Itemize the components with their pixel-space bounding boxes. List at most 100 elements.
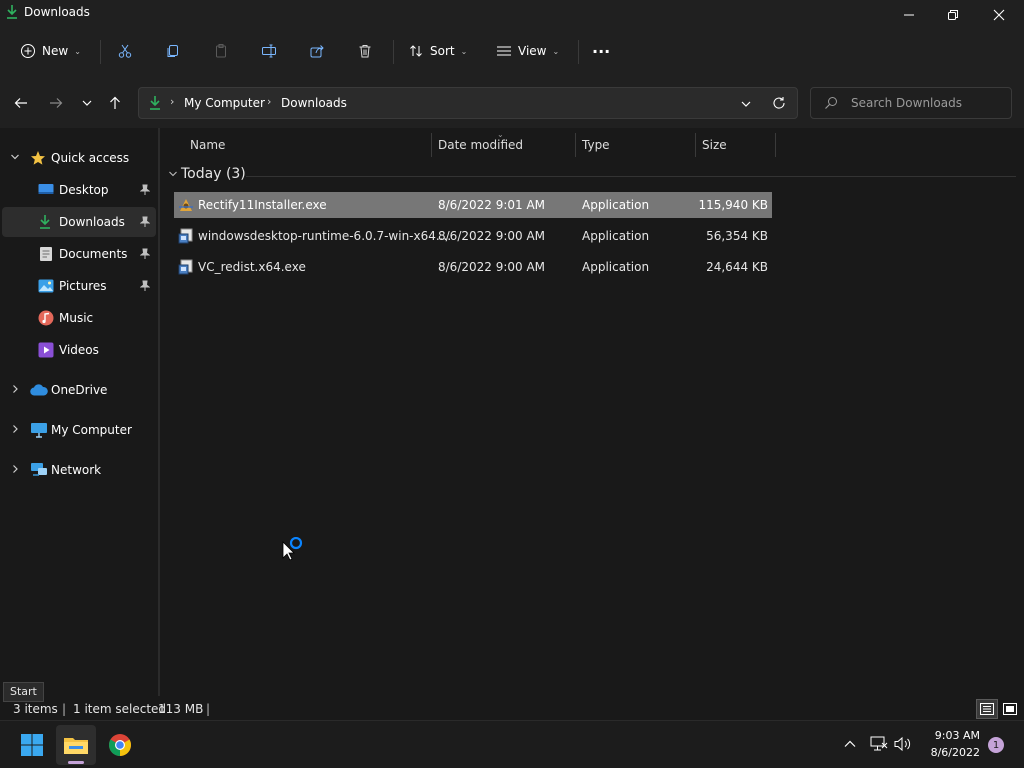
column-divider[interactable]	[431, 133, 432, 157]
column-divider[interactable]	[695, 133, 696, 157]
notification-badge[interactable]: 1	[988, 737, 1004, 753]
nav-quick-access[interactable]: Quick access	[2, 143, 156, 173]
file-row[interactable]: windowsdesktop-runtime-6.0.7-win-x64....…	[174, 223, 772, 249]
desktop-icon	[38, 183, 54, 197]
details-view-button[interactable]	[976, 699, 998, 719]
minimize-icon	[904, 14, 914, 16]
nav-videos[interactable]: Videos	[2, 335, 156, 365]
delete-button[interactable]	[357, 36, 373, 66]
installer-icon	[178, 197, 194, 213]
up-button[interactable]	[102, 90, 128, 116]
file-name: windowsdesktop-runtime-6.0.7-win-x64....	[198, 229, 452, 243]
forward-button[interactable]	[43, 90, 69, 116]
address-row: › My Computer › Downloads	[0, 74, 1024, 128]
chevron-right-icon	[10, 384, 20, 394]
share-button[interactable]	[309, 36, 325, 66]
nav-music[interactable]: Music	[2, 303, 156, 333]
address-bar[interactable]: › My Computer › Downloads	[138, 87, 798, 119]
clipboard-icon	[216, 44, 226, 58]
status-size: 113 MB	[158, 702, 204, 716]
chevron-up-icon	[844, 740, 856, 747]
volume-icon[interactable]	[894, 736, 912, 752]
new-button[interactable]: New ⌄	[20, 36, 81, 66]
taskbar-chrome[interactable]	[100, 725, 140, 765]
nav-label: My Computer	[51, 423, 132, 437]
exe-setup-icon	[178, 228, 194, 244]
nav-label: Documents	[59, 247, 128, 261]
start-button[interactable]	[12, 725, 52, 765]
back-button[interactable]	[8, 90, 34, 116]
group-divider	[246, 176, 1016, 177]
network-status-icon[interactable]	[870, 736, 888, 752]
file-row[interactable]: Rectify11Installer.exe 8/6/2022 9:01 AM …	[174, 192, 772, 218]
nav-pictures[interactable]: Pictures	[2, 271, 156, 301]
restore-button[interactable]	[930, 0, 976, 30]
file-date: 8/6/2022 9:00 AM	[438, 229, 546, 243]
status-separator: |	[206, 702, 211, 716]
arrow-up-icon	[110, 96, 120, 109]
chevron-down-icon	[82, 100, 92, 106]
search-box[interactable]	[810, 87, 1012, 119]
sort-label: Sort	[430, 44, 455, 58]
clock-date[interactable]: 8/6/2022	[922, 746, 980, 759]
start-tooltip: Start	[3, 682, 44, 702]
column-header-size[interactable]: Size	[702, 138, 727, 152]
plus-circle-icon	[21, 44, 35, 58]
sort-button[interactable]: Sort ⌄	[408, 36, 467, 66]
copy-button[interactable]	[165, 36, 181, 66]
rename-button[interactable]	[261, 36, 277, 66]
minimize-button[interactable]	[886, 0, 932, 30]
arrow-left-icon	[14, 98, 27, 108]
search-input[interactable]	[851, 96, 1001, 110]
details-view-icon	[980, 703, 994, 715]
address-dropdown-button[interactable]	[740, 98, 752, 110]
file-type: Application	[582, 260, 650, 274]
music-icon	[38, 310, 54, 326]
trash-icon	[359, 45, 371, 58]
column-divider[interactable]	[575, 133, 576, 157]
file-size: 56,354 KB	[706, 229, 768, 243]
tiles-view-button[interactable]	[1000, 699, 1020, 719]
pin-icon	[140, 248, 150, 260]
breadcrumb-downloads[interactable]: Downloads	[281, 96, 347, 110]
chevron-down-icon	[10, 152, 20, 162]
chevron-down-icon	[168, 169, 178, 179]
nav-downloads[interactable]: Downloads	[2, 207, 156, 237]
share-icon	[310, 45, 324, 58]
nav-onedrive[interactable]: OneDrive	[2, 375, 156, 405]
nav-my-computer[interactable]: My Computer	[2, 415, 156, 445]
clock-time[interactable]: 9:03 AM	[928, 729, 980, 742]
chevron-down-icon: ⌄	[552, 46, 560, 56]
column-header-type[interactable]: Type	[582, 138, 610, 152]
breadcrumb-my-computer[interactable]: My Computer	[184, 96, 265, 110]
toolbar-divider	[578, 40, 579, 64]
file-type: Application	[582, 198, 650, 212]
nav-documents[interactable]: Documents	[2, 239, 156, 269]
close-button[interactable]	[976, 0, 1022, 30]
title-bar: Downloads	[0, 0, 1024, 30]
document-icon	[39, 246, 53, 262]
file-row[interactable]: VC_redist.x64.exe 8/6/2022 9:00 AM Appli…	[174, 254, 772, 280]
taskbar: 9:03 AM 8/6/2022 1	[0, 720, 1024, 768]
nav-desktop[interactable]: Desktop	[2, 175, 156, 205]
busy-cursor-icon	[282, 537, 308, 563]
refresh-button[interactable]	[772, 96, 786, 110]
cut-button[interactable]	[117, 36, 133, 66]
column-header-date[interactable]: Date modified	[438, 138, 523, 152]
show-hidden-icons-button[interactable]	[843, 737, 857, 751]
view-button[interactable]: View ⌄	[496, 36, 559, 66]
recent-locations-button[interactable]	[74, 90, 100, 116]
pin-icon	[140, 280, 150, 292]
chevron-right-icon: ›	[267, 95, 272, 108]
column-header-name[interactable]: Name	[190, 138, 225, 152]
column-divider[interactable]	[775, 133, 776, 157]
pane-splitter[interactable]	[158, 128, 160, 696]
nav-label: OneDrive	[51, 383, 108, 397]
more-options-button[interactable]: ···	[592, 36, 610, 66]
download-icon	[5, 4, 19, 20]
paste-button[interactable]	[213, 36, 229, 66]
taskbar-file-explorer[interactable]	[56, 725, 96, 765]
nav-network[interactable]: Network	[2, 455, 156, 485]
nav-label: Quick access	[51, 151, 130, 165]
group-label: Today (3)	[181, 166, 246, 182]
